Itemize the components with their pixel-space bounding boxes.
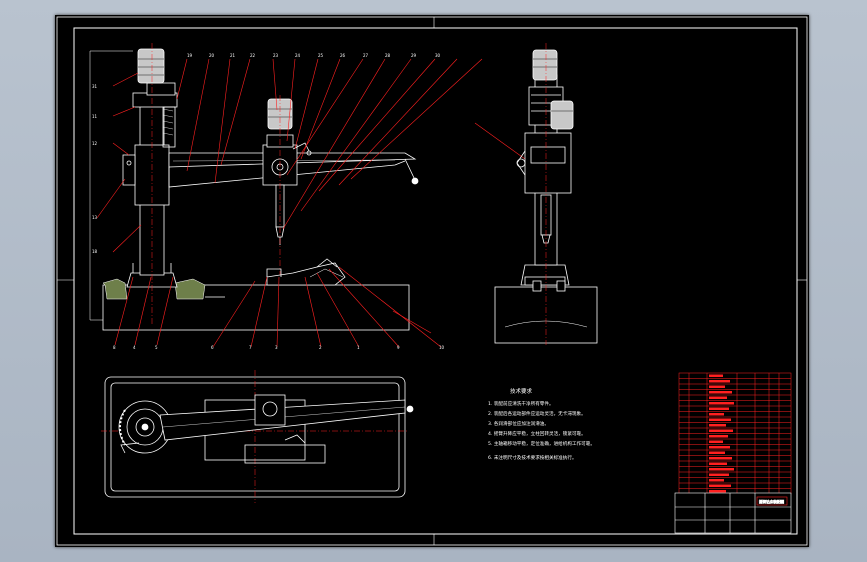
- parts-table-entry: [709, 429, 733, 432]
- balloon-number: 1: [357, 345, 360, 350]
- cad-drawing: 311112131819 20 21 22 23 24 25 26 27 28 29 308 4 5 6 7 3…: [56, 16, 808, 546]
- parts-table-entry: [709, 473, 729, 476]
- parts-list-table: [678, 372, 792, 495]
- tech-note-line: 3. 各润滑部位应加注润滑油。: [488, 420, 549, 427]
- parts-table-entry: [709, 457, 732, 460]
- balloon-number: 3: [275, 345, 278, 350]
- tech-note-line: 2. 装配后各运动部件应运动灵活，无卡滞现象。: [488, 410, 586, 417]
- balloon-number: 2: [319, 345, 322, 350]
- parts-table-entry: [709, 407, 729, 410]
- balloon-number: 25: [318, 53, 324, 58]
- balloon-number: 10: [439, 345, 445, 350]
- drawing-sheet: 31 11 12 13 18 19 20 21 22 23 24 25 26 27 28 29 30 8 4 5 6 7 3…: [55, 15, 809, 547]
- balloon-number: 22: [250, 53, 256, 58]
- title-block-label: 摇臂钻床装配图: [759, 499, 785, 504]
- balloon-number: 24: [295, 53, 301, 58]
- parts-table-entry: [709, 418, 731, 421]
- parts-table-entry: [709, 468, 734, 471]
- parts-table-entry: [709, 484, 731, 487]
- parts-table-entry: [709, 490, 726, 493]
- side-view: [494, 43, 598, 345]
- parts-table-entry: [709, 462, 727, 465]
- tech-note-line: 6. 未注明尺寸及技术要求按相关标准执行。: [488, 454, 577, 461]
- balloon-number: 13: [92, 215, 98, 220]
- top-view: [101, 370, 414, 503]
- balloon-number: 19: [187, 53, 193, 58]
- parts-table-entry: [709, 424, 726, 427]
- balloon-number: 21: [230, 53, 236, 58]
- balloon-number: 26: [340, 53, 346, 58]
- balloon-number: 28: [385, 53, 391, 58]
- parts-table-entry: [709, 380, 730, 383]
- parts-table-entry: [709, 446, 730, 449]
- balloon-number: 12: [92, 141, 98, 146]
- parts-table-entry: [709, 374, 723, 377]
- balloon-number: 27: [363, 53, 369, 58]
- parts-table-entry: [709, 451, 725, 454]
- balloon-number: 11: [92, 114, 98, 119]
- balloon-number: 29: [411, 53, 417, 58]
- tech-note-line: 4. 摇臂升降应平稳，立柱回转灵活，锁紧可靠。: [488, 430, 586, 437]
- balloon-number: 9: [397, 345, 400, 350]
- balloon-number: 4: [133, 345, 136, 350]
- title-block: 摇臂钻床装配图: [674, 492, 792, 534]
- balloon-number: 31: [92, 84, 98, 89]
- balloon-number: 23: [273, 53, 279, 58]
- parts-table-entry: [709, 391, 732, 394]
- parts-table-entry: [709, 440, 723, 443]
- parts-table-entry: [709, 402, 734, 405]
- balloon-number: 18: [92, 249, 98, 254]
- tech-notes-heading: 技术要求: [510, 387, 533, 395]
- parts-table-entry: [709, 479, 724, 482]
- balloon-number: 20: [209, 53, 215, 58]
- parts-table-entry: [709, 396, 727, 399]
- tech-note-line: 5. 主轴箱移动平稳，定位准确，进给机构工作可靠。: [488, 440, 595, 447]
- parts-table-entry: [709, 385, 725, 388]
- parts-table-entry: [709, 413, 724, 416]
- technical-notes: 技术要求 1. 装配前应清洗干净所有零件。 2. 装配后各运动部件应运动灵活，无…: [488, 387, 595, 461]
- balloon-number: 5: [155, 345, 158, 350]
- tech-note-line: 1. 装配前应清洗干净所有零件。: [488, 400, 554, 407]
- balloon-number: 30: [435, 53, 441, 58]
- balloon-number: 8: [113, 345, 116, 350]
- parts-table-entry: [709, 435, 728, 438]
